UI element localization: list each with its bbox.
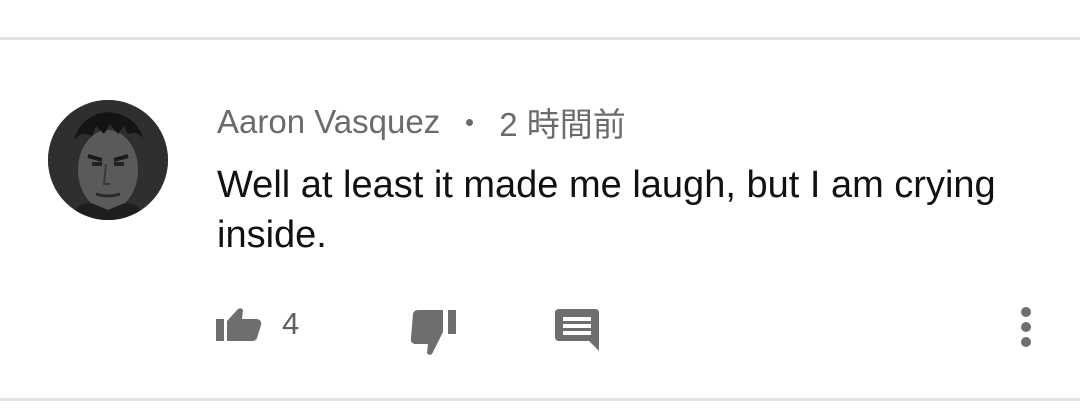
bottom-divider: [0, 398, 1080, 401]
author-name[interactable]: Aaron Vasquez: [217, 103, 440, 141]
thumb-up-icon[interactable]: [216, 307, 262, 341]
comment-reply-icon[interactable]: [555, 309, 599, 351]
thumb-down-icon[interactable]: [410, 310, 458, 356]
like-count: 4: [282, 306, 300, 341]
comment-timestamp: 2 時間前: [499, 106, 626, 143]
top-divider: [0, 37, 1080, 40]
comment-meta: Aaron Vasquez 2 時間前: [217, 100, 626, 144]
separator-dot: [466, 118, 474, 126]
like-action: 4: [216, 303, 299, 345]
avatar[interactable]: [48, 100, 168, 220]
comment-screen: Aaron Vasquez 2 時間前 Well at least it mad…: [0, 0, 1080, 408]
comment-text: Well at least it made me laugh, but I am…: [217, 164, 996, 256]
more-vert-icon[interactable]: [1012, 306, 1040, 348]
